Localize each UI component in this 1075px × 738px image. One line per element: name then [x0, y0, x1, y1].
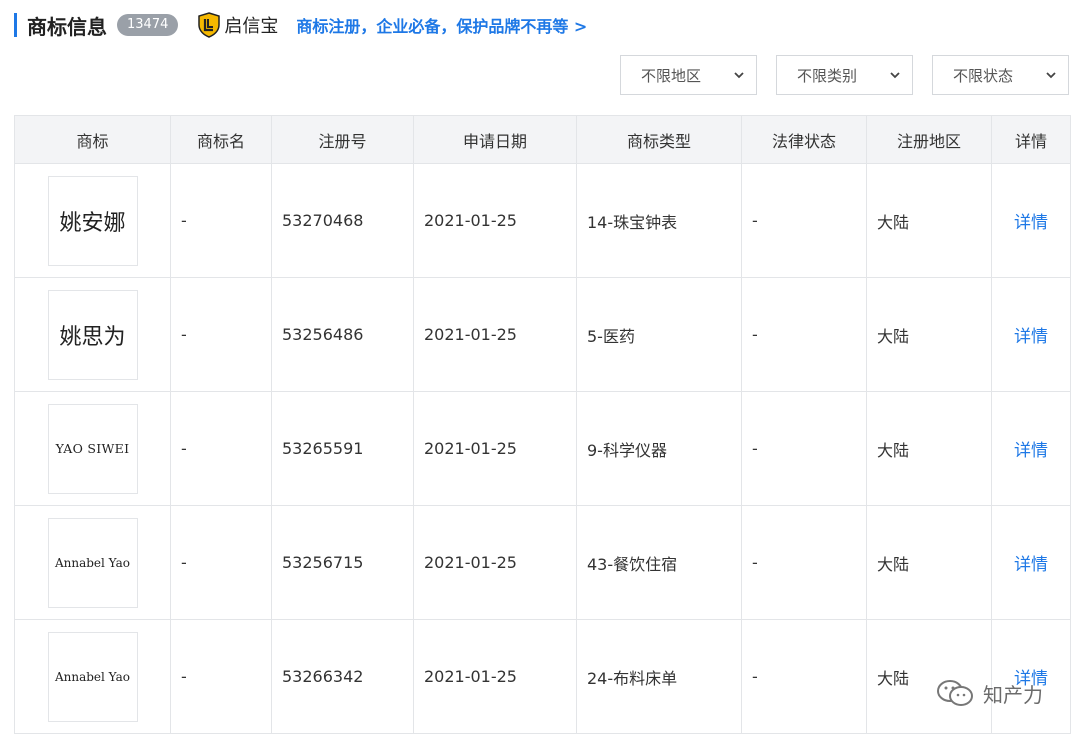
trademark-logo[interactable]: Annabel Yao: [47, 631, 138, 722]
category-filter-value: 不限类别: [797, 66, 858, 85]
type-cell: 43-餐饮住宿: [576, 505, 742, 620]
logo-text: Annabel Yao: [54, 555, 131, 570]
trademark-logo[interactable]: YAO SIWEI: [47, 403, 138, 494]
detail-cell: 详情: [991, 619, 1071, 734]
region-filter-select[interactable]: 不限地区: [620, 55, 757, 95]
chevron-down-icon: [890, 72, 900, 79]
date-cell: 2021-01-25: [413, 163, 577, 278]
status-filter-select[interactable]: 不限状态: [932, 55, 1069, 95]
region-cell: 大陆: [866, 277, 992, 392]
detail-cell: 详情: [991, 505, 1071, 620]
column-header-name: 商标名: [170, 115, 272, 164]
logo-cell: Annabel Yao: [14, 505, 171, 620]
filter-bar: 不限地区 不限类别 不限状态: [620, 55, 1069, 95]
chevron-down-icon: [734, 72, 744, 79]
status-cell: -: [741, 163, 867, 278]
logo-cell: YAO SIWEI: [14, 391, 171, 506]
type-cell: 14-珠宝钟表: [576, 163, 742, 278]
region-cell: 大陆: [866, 163, 992, 278]
section-title: 商标信息: [27, 14, 107, 39]
region-cell: 大陆: [866, 391, 992, 506]
logo-text: 姚思为: [59, 324, 126, 350]
column-header-date: 申请日期: [413, 115, 577, 164]
date-cell: 2021-01-25: [413, 505, 577, 620]
name-cell: -: [170, 391, 272, 506]
trademark-logo[interactable]: 姚思为: [47, 289, 138, 380]
column-header-status: 法律状态: [741, 115, 867, 164]
status-cell: -: [741, 505, 867, 620]
region-cell: 大陆: [866, 505, 992, 620]
accent-bar: [14, 13, 17, 37]
table-row: Annabel Yao - 53266342 2021-01-25 24-布料床…: [14, 619, 1071, 734]
trademark-logo[interactable]: Annabel Yao: [47, 517, 138, 608]
column-header-type: 商标类型: [576, 115, 742, 164]
date-cell: 2021-01-25: [413, 391, 577, 506]
shield-icon: [198, 12, 221, 38]
name-cell: -: [170, 277, 272, 392]
column-header-logo: 商标: [14, 115, 171, 164]
chevron-down-icon: [1046, 72, 1056, 79]
logo-cell: Annabel Yao: [14, 619, 171, 734]
table-row: 姚思为 - 53256486 2021-01-25 5-医药 - 大陆 详情: [14, 277, 1071, 392]
column-header-detail: 详情: [991, 115, 1071, 164]
column-header-reg-no: 注册号: [271, 115, 414, 164]
name-cell: -: [170, 163, 272, 278]
column-header-region: 注册地区: [866, 115, 992, 164]
trademark-table: 商标 商标名 注册号 申请日期 商标类型 法律状态 注册地区 详情 姚安娜 - …: [14, 115, 1071, 734]
count-badge: 13474: [117, 14, 179, 36]
type-cell: 9-科学仪器: [576, 391, 742, 506]
name-cell: -: [170, 619, 272, 734]
reg-no-cell: 53270468: [271, 163, 414, 278]
date-cell: 2021-01-25: [413, 619, 577, 734]
category-filter-select[interactable]: 不限类别: [776, 55, 913, 95]
type-cell: 24-布料床单: [576, 619, 742, 734]
reg-no-cell: 53256486: [271, 277, 414, 392]
date-cell: 2021-01-25: [413, 277, 577, 392]
brand-name: 启信宝: [224, 16, 279, 37]
status-cell: -: [741, 277, 867, 392]
logo-text: 姚安娜: [59, 210, 126, 236]
logo-cell: 姚安娜: [14, 163, 171, 278]
status-cell: -: [741, 391, 867, 506]
region-cell: 大陆: [866, 619, 992, 734]
reg-no-cell: 53265591: [271, 391, 414, 506]
detail-link[interactable]: 详情: [1014, 441, 1048, 461]
table-row: 姚安娜 - 53270468 2021-01-25 14-珠宝钟表 - 大陆 详…: [14, 163, 1071, 278]
brand-logo[interactable]: 启信宝: [198, 12, 278, 38]
promo-link[interactable]: 商标注册，企业必备，保护品牌不再等 >: [296, 13, 587, 37]
status-cell: -: [741, 619, 867, 734]
detail-link[interactable]: 详情: [1014, 213, 1048, 233]
reg-no-cell: 53256715: [271, 505, 414, 620]
table-row: YAO SIWEI - 53265591 2021-01-25 9-科学仪器 -…: [14, 391, 1071, 506]
detail-link[interactable]: 详情: [1014, 555, 1048, 575]
trademark-logo[interactable]: 姚安娜: [47, 175, 138, 266]
section-header: 商标信息 13474 启信宝 商标注册，企业必备，保护品牌不再等 >: [14, 8, 587, 42]
detail-link[interactable]: 详情: [1014, 669, 1048, 689]
type-cell: 5-医药: [576, 277, 742, 392]
region-filter-value: 不限地区: [641, 66, 702, 85]
name-cell: -: [170, 505, 272, 620]
table-row: Annabel Yao - 53256715 2021-01-25 43-餐饮住…: [14, 505, 1071, 620]
status-filter-value: 不限状态: [953, 66, 1014, 85]
detail-cell: 详情: [991, 163, 1071, 278]
logo-text: Annabel Yao: [54, 669, 131, 684]
logo-text: YAO SIWEI: [55, 441, 130, 456]
reg-no-cell: 53266342: [271, 619, 414, 734]
detail-cell: 详情: [991, 391, 1071, 506]
detail-link[interactable]: 详情: [1014, 327, 1048, 347]
table-header-row: 商标 商标名 注册号 申请日期 商标类型 法律状态 注册地区 详情: [14, 115, 1071, 164]
detail-cell: 详情: [991, 277, 1071, 392]
logo-cell: 姚思为: [14, 277, 171, 392]
